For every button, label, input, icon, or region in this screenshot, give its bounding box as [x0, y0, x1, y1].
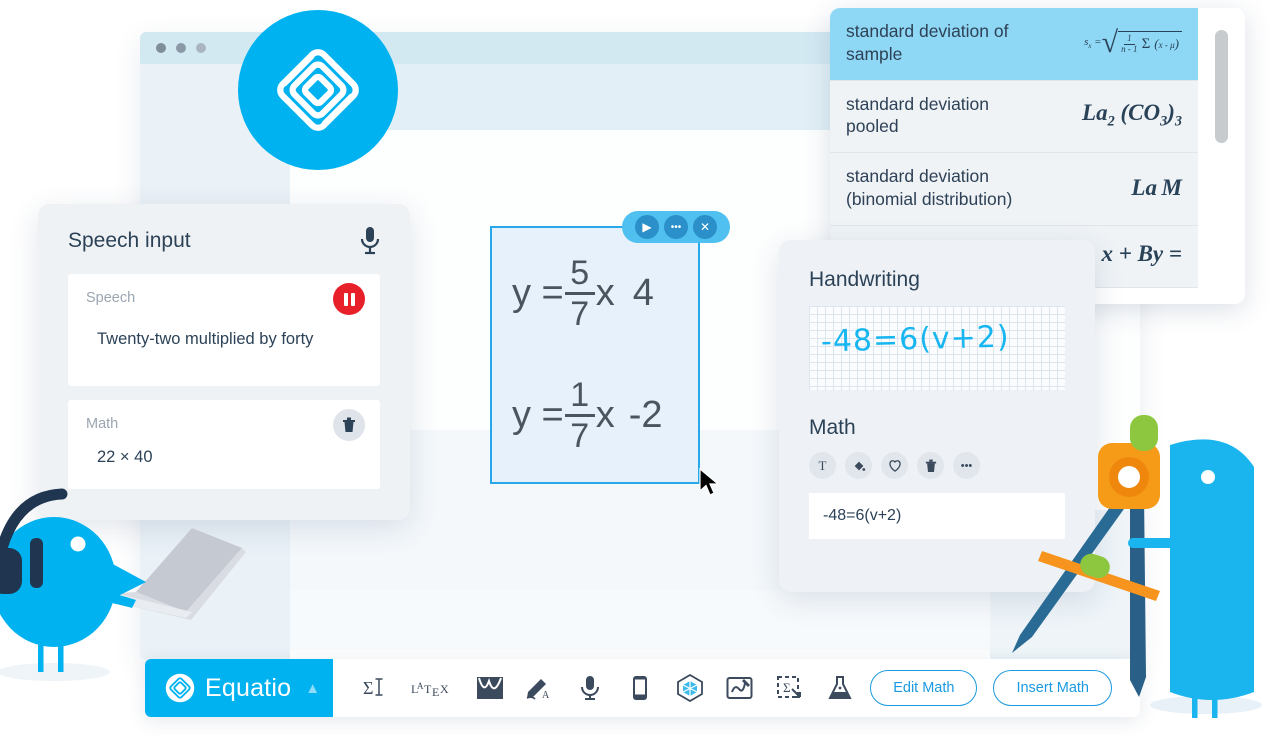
pencil-a-glyph: A	[526, 679, 550, 701]
speech-card-title: Speech input	[68, 229, 191, 252]
pause-recording-button[interactable]	[333, 283, 365, 315]
more-options-icon[interactable]: •••	[953, 452, 980, 479]
favorite-heart-icon[interactable]	[881, 452, 908, 479]
svg-text:A: A	[542, 690, 550, 701]
prediction-formula: x + By =	[1101, 241, 1182, 266]
prediction-row-2[interactable]: standard deviation (binomial distributio…	[830, 153, 1198, 226]
equation-tail: 4	[632, 271, 654, 314]
parabola-graph-glyph	[477, 677, 503, 699]
equation-variable: x	[595, 271, 615, 314]
prediction-row-0[interactable]: standard deviation of sample sx = √ 1n -…	[830, 8, 1198, 81]
delete-math-button[interactable]	[333, 409, 365, 441]
prediction-formula-sqrt: sx = √ 1n - 1 Σ (x - μ)	[1084, 27, 1182, 58]
close-dot-icon[interactable]	[156, 43, 166, 53]
fraction-denominator: 7	[570, 294, 590, 333]
trash-icon	[343, 417, 355, 432]
fraction-numerator: 5	[570, 254, 590, 292]
prediction-scrollbar-thumb[interactable]	[1215, 30, 1228, 143]
window-traffic-lights	[156, 43, 206, 53]
pause-icon-bar-left	[343, 292, 348, 306]
bird-with-laptop-mascot	[0, 488, 246, 681]
latex-icon[interactable]: L A T E X	[411, 673, 455, 703]
molecule-3d-icon[interactable]	[675, 673, 705, 703]
fraction-denominator: 7	[570, 416, 590, 455]
heart-glyph	[888, 460, 901, 472]
sigma-cursor-glyph: Σ	[363, 678, 383, 698]
edit-math-button[interactable]: Edit Math	[870, 670, 978, 706]
toolbar-tool-icons: Σ L A T E X A Σ	[333, 673, 855, 703]
svg-text:A: A	[417, 681, 424, 691]
svg-text:Σ: Σ	[783, 680, 791, 695]
equatio-toolbar: Equatio ▲ Σ L A T E X A Σ Edit Math Inse…	[145, 659, 1140, 717]
speech-input-icon[interactable]	[575, 673, 605, 703]
equation-floating-toolbar[interactable]: ▶ ••• ✕	[622, 211, 730, 243]
screenshot-reader-icon[interactable]: Σ	[775, 673, 805, 703]
handwriting-ink-value: -48=6(v+2)	[820, 319, 1011, 360]
graph-editor-icon[interactable]	[475, 673, 505, 703]
microphone-icon[interactable]	[358, 226, 382, 256]
pause-icon-bar-right	[350, 292, 355, 306]
mobile-icon[interactable]	[625, 673, 655, 703]
screenshot-draw-icon[interactable]	[725, 673, 755, 703]
text-format-icon[interactable]: T	[809, 452, 836, 479]
draw-box-glyph	[726, 677, 753, 699]
maximize-dot-icon[interactable]	[196, 43, 206, 53]
speech-section-label: Speech	[86, 290, 136, 306]
fill-color-icon[interactable]	[845, 452, 872, 479]
prediction-label: standard deviation pooled	[846, 93, 990, 137]
speech-math-label: Math	[86, 416, 119, 432]
fraction-numerator: 1	[570, 376, 590, 414]
prediction-label: standard deviation of sample	[846, 21, 1009, 64]
trash-glyph	[925, 459, 936, 472]
fill-color-glyph	[854, 461, 865, 471]
minimize-dot-icon[interactable]	[176, 43, 186, 53]
speech-section: Speech Twenty-two multiplied by forty	[68, 274, 380, 386]
handwriting-card-title: Handwriting	[809, 268, 920, 291]
cube-glyph	[677, 674, 703, 702]
latex-wordmark-glyph: L A T E X	[411, 681, 449, 698]
more-options-icon[interactable]: •••	[664, 215, 688, 239]
mouse-pointer-icon	[699, 468, 720, 496]
equation-variable: x	[595, 393, 615, 436]
equation-lhs: y =	[512, 271, 564, 314]
equation-fraction: 5 7	[564, 254, 595, 333]
smartphone-glyph	[633, 676, 647, 700]
trash-icon[interactable]	[917, 452, 944, 479]
bird-with-compass-mascot	[1012, 415, 1262, 718]
equatio-diamond-logo-icon	[277, 49, 359, 131]
mascot-shadow	[0, 663, 110, 681]
speech-card-header: Speech input	[38, 204, 410, 256]
svg-text:X: X	[440, 682, 449, 696]
equation-line-2: y = 1 7 x -2	[512, 378, 663, 453]
flask-glyph	[828, 676, 852, 699]
chevron-up-icon[interactable]: ▲	[305, 680, 320, 697]
handwriting-pad[interactable]: -48=6(v+2)	[809, 306, 1065, 390]
equation-tail: -2	[628, 393, 663, 436]
prediction-row-1[interactable]: standard deviation pooled La2 (CO3)3	[830, 80, 1198, 153]
svg-text:Σ: Σ	[363, 678, 373, 698]
svg-text:T: T	[424, 682, 432, 696]
capture-sigma-glyph: Σ	[777, 676, 801, 698]
equation-editor-icon[interactable]: Σ	[361, 673, 391, 703]
svg-text:E: E	[432, 685, 439, 698]
prediction-formula: La2 (CO3)3	[1082, 99, 1182, 130]
chemistry-icon[interactable]	[825, 673, 855, 703]
equation-line-1: y = 5 7 x 4	[512, 256, 654, 331]
prediction-scrollbar[interactable]	[1198, 8, 1245, 304]
prediction-formula: La M	[1131, 174, 1182, 200]
equation-lhs: y =	[512, 393, 564, 436]
close-icon[interactable]: ✕	[693, 215, 717, 239]
play-icon[interactable]: ▶	[635, 215, 659, 239]
prediction-label: standard deviation (binomial distributio…	[846, 166, 1013, 209]
equatio-logo-badge	[238, 10, 398, 170]
equation-fraction: 1 7	[564, 376, 595, 455]
speech-transcript-value: Twenty-two multiplied by forty	[97, 330, 314, 348]
handwriting-icon[interactable]: A	[525, 673, 555, 703]
microphone-glyph	[581, 676, 599, 700]
screenshot-stage: standard deviation of sample sx = √ 1n -…	[0, 0, 1280, 742]
equation-selection-box[interactable]: y = 5 7 x 4 y = 1 7 x -2	[490, 226, 700, 484]
